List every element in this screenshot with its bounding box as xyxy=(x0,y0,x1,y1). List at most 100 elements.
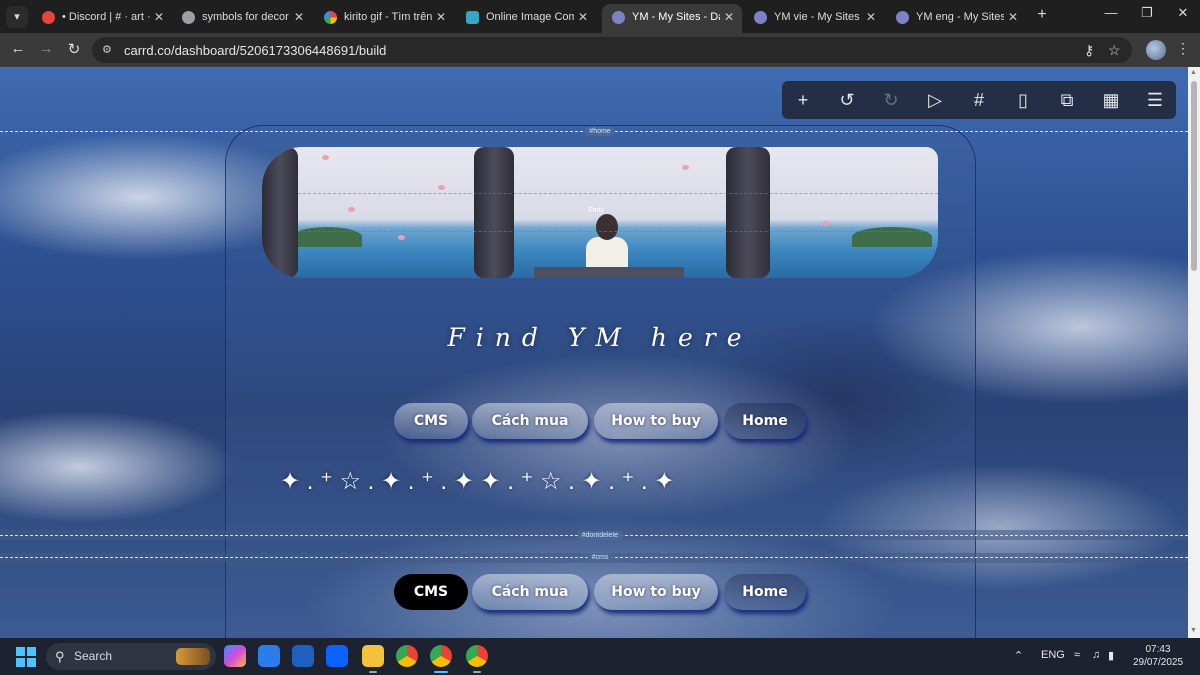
tab-ym-eng[interactable]: YM eng - My Sites - D ✕ xyxy=(886,4,1026,30)
redo-icon[interactable]: ↻ xyxy=(878,87,904,113)
globe-icon xyxy=(182,11,195,24)
tab-title: YM - My Sites - Dash xyxy=(632,11,720,23)
close-icon[interactable]: ✕ xyxy=(578,4,588,30)
back-arrow-icon[interactable]: ← xyxy=(8,40,28,57)
browser-menu-icon[interactable]: ⋮ xyxy=(1176,40,1190,57)
cms-nav-button-cms[interactable]: CMS xyxy=(394,574,468,610)
forward-arrow-icon[interactable]: → xyxy=(36,40,56,57)
search-placeholder: Search xyxy=(74,649,113,663)
nav-button-how-to-buy[interactable]: How to buy xyxy=(594,403,718,439)
section-tag-home[interactable]: #home xyxy=(585,127,615,136)
hash-icon[interactable]: # xyxy=(966,87,992,113)
window-close-icon[interactable]: ✕ xyxy=(1168,5,1198,21)
close-icon[interactable]: ✕ xyxy=(154,4,164,30)
tab-discord[interactable]: • Discord | # · art · cö ✕ xyxy=(32,4,172,30)
close-icon[interactable]: ✕ xyxy=(866,4,876,30)
taskbar-search[interactable]: ⚲ Search xyxy=(46,643,216,670)
browser-tab-strip: ▾ • Discord | # · art · cö ✕ symbols for… xyxy=(0,0,1200,33)
close-icon[interactable]: ✕ xyxy=(436,4,446,30)
url-text[interactable]: carrd.co/dashboard/5206173306448691/buil… xyxy=(124,43,386,58)
island-left xyxy=(292,227,362,247)
petal xyxy=(438,185,445,190)
guide-line xyxy=(298,231,938,232)
cloud-icon xyxy=(466,11,479,24)
copilot-icon[interactable] xyxy=(224,645,246,667)
chrome-profile-icon[interactable] xyxy=(430,645,452,673)
banner-image[interactable]: Emty xyxy=(262,147,938,278)
page-scrollbar[interactable]: ▲ ▼ xyxy=(1188,67,1200,638)
close-icon[interactable]: ✕ xyxy=(1008,4,1018,30)
site-settings-icon[interactable]: ⚙ xyxy=(102,43,116,57)
browser-toolbar: ← → ↻ ⚙ carrd.co/dashboard/5206173306448… xyxy=(0,33,1200,67)
tab-symbols[interactable]: symbols for decor ✕ xyxy=(172,4,312,30)
chrome-icon[interactable] xyxy=(396,645,418,667)
petal xyxy=(348,207,355,212)
guide-line xyxy=(298,193,938,194)
chevron-up-icon[interactable]: ⌃ xyxy=(1014,649,1023,662)
clock-time: 07:43 xyxy=(1145,644,1171,655)
carrd-icon xyxy=(612,11,625,24)
bench xyxy=(534,267,684,278)
scroll-down-arrow-icon[interactable]: ▼ xyxy=(1190,627,1197,634)
figure-body xyxy=(586,237,628,267)
carrd-icon xyxy=(896,11,909,24)
clock-date: 29/07/2025 xyxy=(1132,657,1184,668)
external-link-icon[interactable]: ⧉ xyxy=(1054,87,1080,113)
cms-nav-button-home[interactable]: Home xyxy=(724,574,806,610)
bookmark-star-icon[interactable]: ☆ xyxy=(1108,42,1121,59)
system-clock[interactable]: 07:43 29/07/2025 xyxy=(1128,643,1188,669)
minimize-icon[interactable]: — xyxy=(1096,5,1126,20)
dropbox-icon[interactable] xyxy=(326,645,348,667)
menu-icon[interactable]: ☰ xyxy=(1142,87,1168,113)
volume-icon[interactable]: ♫ xyxy=(1092,649,1100,661)
close-icon[interactable]: ✕ xyxy=(294,4,304,30)
widgets-icon[interactable] xyxy=(258,645,280,667)
tab-google-search[interactable]: kirito gif - Tìm trên G ✕ xyxy=(314,4,454,30)
reload-icon[interactable]: ↻ xyxy=(64,40,84,58)
profile-avatar[interactable] xyxy=(1146,40,1166,60)
sparkle-decoration-text[interactable]: ✦ . ⁺ ☆ . ✦ . ⁺ . ✦ ✦ . ⁺ ☆ . ✦ . ⁺ . ✦ xyxy=(280,467,920,496)
new-tab-plus-icon[interactable]: + xyxy=(1032,6,1052,24)
tab-ym-dashboard[interactable]: YM - My Sites - Dash ✕ xyxy=(602,4,742,33)
nav-button-cms[interactable]: CMS xyxy=(394,403,468,439)
page-heading[interactable]: Find YM here xyxy=(300,323,900,352)
tab-search-button[interactable]: ▾ xyxy=(6,6,28,28)
language-indicator[interactable]: ENG xyxy=(1041,649,1065,661)
tab-title: • Discord | # · art · cö xyxy=(62,11,150,23)
section-tag-cms[interactable]: #cms xyxy=(587,553,613,562)
google-icon xyxy=(324,11,337,24)
windows-start-icon[interactable] xyxy=(16,647,36,667)
undo-icon[interactable]: ↺ xyxy=(834,87,860,113)
carrd-editor-canvas: #home Emty Find YM here CMS Cách mua How… xyxy=(0,67,1188,638)
save-icon[interactable]: ▦ xyxy=(1098,87,1124,113)
cms-nav-button-how-to-buy[interactable]: How to buy xyxy=(594,574,718,610)
tab-title: Online Image Compr xyxy=(486,11,574,23)
section-tag-dontdelete[interactable]: #dontdelete xyxy=(577,531,623,540)
add-icon[interactable]: + xyxy=(790,87,816,113)
address-bar[interactable]: ⚙ carrd.co/dashboard/5206173306448691/bu… xyxy=(92,37,1132,63)
restore-icon[interactable]: ❐ xyxy=(1132,5,1162,21)
tab-title: symbols for decor xyxy=(202,11,289,23)
wifi-icon[interactable]: ≈ xyxy=(1074,649,1080,661)
mobile-icon[interactable]: ▯ xyxy=(1010,87,1036,113)
nav-button-cach-mua[interactable]: Cách mua xyxy=(472,403,588,439)
chrome-profile-2-icon[interactable] xyxy=(466,645,488,673)
cms-nav-button-cach-mua[interactable]: Cách mua xyxy=(472,574,588,610)
scrollbar-thumb[interactable] xyxy=(1191,81,1197,271)
discord-favicon-icon xyxy=(42,11,55,24)
play-icon[interactable]: ▷ xyxy=(922,87,948,113)
tree-trunk-right xyxy=(726,147,770,278)
password-key-icon[interactable]: ⚷ xyxy=(1084,42,1094,59)
empty-element-label[interactable]: Emty xyxy=(588,207,604,214)
file-explorer-icon[interactable] xyxy=(362,645,384,673)
scroll-up-arrow-icon[interactable]: ▲ xyxy=(1190,69,1197,76)
petal xyxy=(682,165,689,170)
tab-title: kirito gif - Tìm trên G xyxy=(344,11,432,23)
tab-title: YM eng - My Sites - D xyxy=(916,11,1004,23)
battery-icon[interactable]: ▮ xyxy=(1108,649,1114,662)
close-icon[interactable]: ✕ xyxy=(724,4,734,30)
tab-ym-vie[interactable]: YM vie - My Sites - D ✕ xyxy=(744,4,884,30)
nav-button-home[interactable]: Home xyxy=(724,403,806,439)
store-icon[interactable] xyxy=(292,645,314,667)
tab-image-compressor[interactable]: Online Image Compr ✕ xyxy=(456,4,596,30)
